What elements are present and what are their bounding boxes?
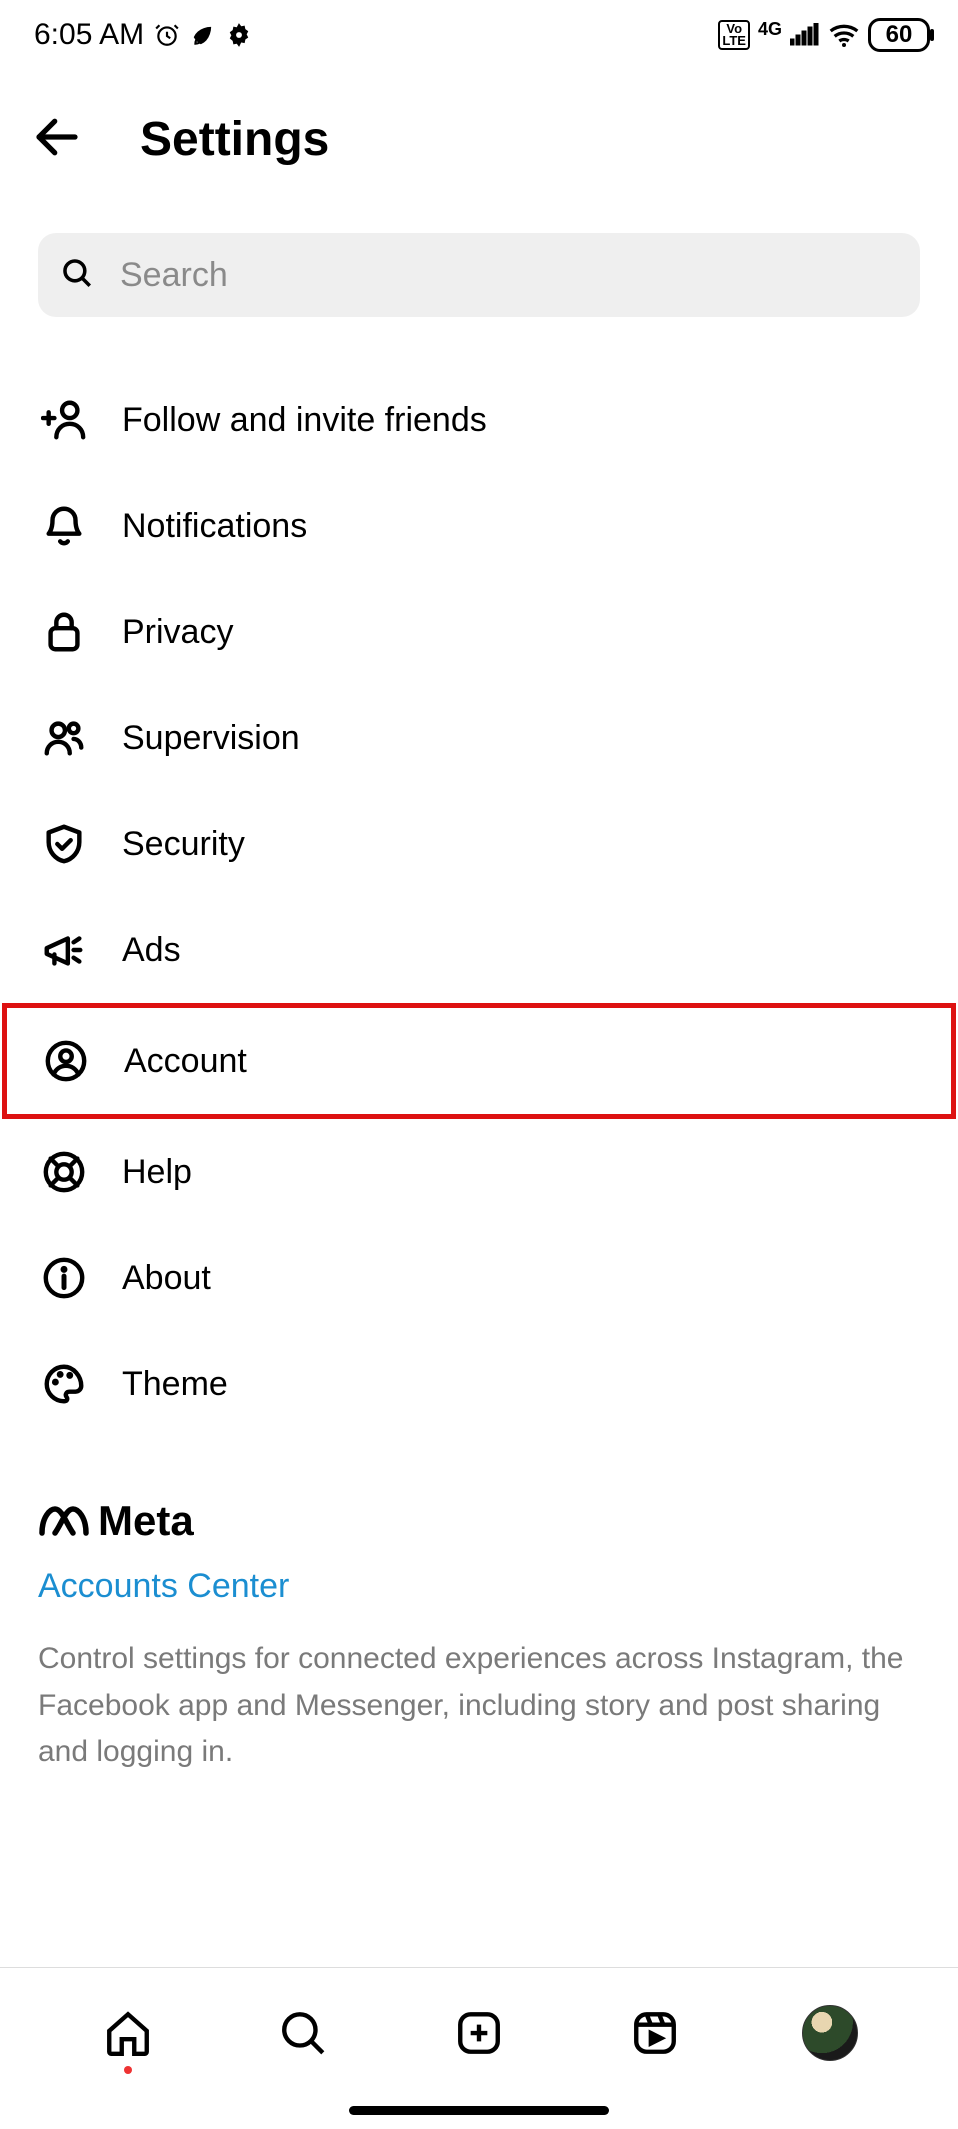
search-icon — [60, 256, 94, 295]
search-container — [38, 233, 920, 317]
person-plus-icon — [38, 397, 90, 443]
signal-icon — [790, 23, 820, 47]
accounts-center-link[interactable]: Accounts Center — [38, 1567, 920, 1606]
nav-home-button[interactable] — [93, 1998, 163, 2068]
user-circle-icon — [40, 1038, 92, 1084]
people-icon — [38, 715, 90, 761]
gear-icon — [226, 22, 252, 48]
avatar — [802, 2005, 858, 2061]
lock-icon — [38, 609, 90, 655]
meta-brand-label: Meta — [98, 1497, 194, 1545]
settings-item-label: Help — [122, 1153, 192, 1192]
settings-item-label: Supervision — [122, 719, 300, 758]
bell-icon — [38, 503, 90, 549]
info-circle-icon — [38, 1255, 90, 1301]
settings-item-label: Follow and invite friends — [122, 401, 487, 440]
status-time: 6:05 AM — [34, 18, 144, 52]
meta-section: Meta Accounts Center Control settings fo… — [0, 1457, 958, 1846]
settings-item-account[interactable]: Account — [2, 1003, 956, 1119]
battery-pct: 60 — [886, 21, 913, 48]
alarm-icon — [154, 22, 180, 48]
settings-item-follow[interactable]: Follow and invite friends — [0, 367, 958, 473]
home-indicator — [349, 2106, 609, 2115]
settings-item-label: Privacy — [122, 613, 233, 652]
settings-item-label: Ads — [122, 931, 181, 970]
settings-item-about[interactable]: About — [0, 1225, 958, 1331]
battery-icon: 60 — [868, 18, 930, 52]
palette-icon — [38, 1361, 90, 1407]
nav-search-button[interactable] — [268, 1998, 338, 2068]
volte-icon: VoLTE — [718, 20, 750, 50]
back-button[interactable] — [30, 110, 84, 169]
nav-profile-button[interactable] — [795, 1998, 865, 2068]
bottom-nav — [0, 1968, 958, 2078]
search-input[interactable] — [120, 256, 898, 295]
settings-item-ads[interactable]: Ads — [0, 897, 958, 1003]
search-field[interactable] — [38, 233, 920, 317]
shield-check-icon — [38, 821, 90, 867]
nav-reels-button[interactable] — [620, 1998, 690, 2068]
settings-item-privacy[interactable]: Privacy — [0, 579, 958, 685]
settings-item-label: Notifications — [122, 507, 307, 546]
settings-item-label: Security — [122, 825, 245, 864]
status-bar: 6:05 AM VoLTE 4G 60 — [0, 0, 958, 60]
meta-description: Control settings for connected experienc… — [38, 1636, 920, 1776]
header: Settings — [0, 60, 958, 209]
settings-item-security[interactable]: Security — [0, 791, 958, 897]
settings-item-label: About — [122, 1259, 211, 1298]
settings-item-notifications[interactable]: Notifications — [0, 473, 958, 579]
network-type: 4G — [758, 21, 782, 37]
nav-create-button[interactable] — [444, 1998, 514, 2068]
wifi-icon — [828, 23, 860, 47]
settings-item-label: Theme — [122, 1365, 228, 1404]
leaf-icon — [190, 22, 216, 48]
settings-item-help[interactable]: Help — [0, 1119, 958, 1225]
settings-item-label: Account — [124, 1042, 247, 1081]
status-left: 6:05 AM — [34, 18, 252, 52]
megaphone-icon — [38, 927, 90, 973]
settings-item-supervision[interactable]: Supervision — [0, 685, 958, 791]
lifebuoy-icon — [38, 1149, 90, 1195]
page-title: Settings — [140, 112, 329, 167]
status-right: VoLTE 4G 60 — [718, 18, 930, 52]
meta-brand: Meta — [38, 1497, 920, 1545]
home-notification-dot — [124, 2066, 132, 2074]
settings-item-theme[interactable]: Theme — [0, 1331, 958, 1437]
settings-menu: Follow and invite friends Notifications Pr… — [0, 337, 958, 1457]
meta-logo-icon — [38, 1503, 90, 1539]
